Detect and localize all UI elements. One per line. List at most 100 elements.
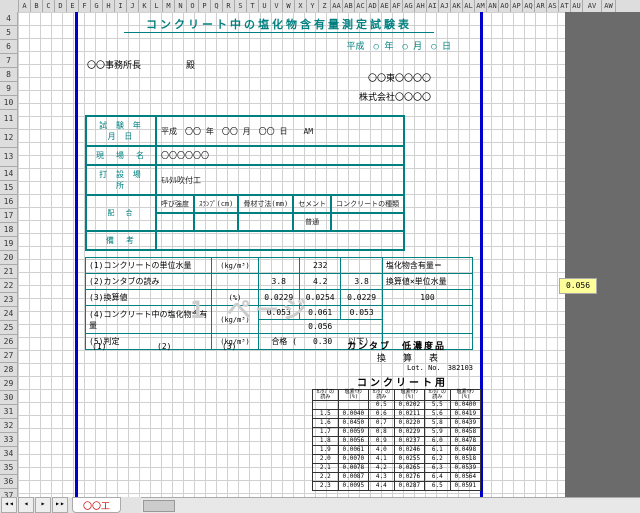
col-Q[interactable]: Q bbox=[211, 0, 223, 12]
row-15[interactable]: 15 bbox=[0, 181, 18, 195]
col-AN[interactable]: AN bbox=[487, 0, 499, 12]
row-33[interactable]: 33 bbox=[0, 433, 18, 447]
col-AD[interactable]: AD bbox=[367, 0, 379, 12]
col-Y[interactable]: Y bbox=[307, 0, 319, 12]
col-AV[interactable]: AV bbox=[583, 0, 602, 12]
row-19[interactable]: 19 bbox=[0, 237, 18, 251]
row-14[interactable]: 14 bbox=[0, 167, 18, 181]
row-16[interactable]: 16 bbox=[0, 195, 18, 209]
col-AT[interactable]: AT bbox=[559, 0, 571, 12]
row-30[interactable]: 30 bbox=[0, 391, 18, 405]
col-AE[interactable]: AE bbox=[379, 0, 391, 12]
row-20[interactable]: 20 bbox=[0, 251, 18, 265]
row-28[interactable]: 28 bbox=[0, 363, 18, 377]
sheet-tab-active[interactable]: 〇〇工 bbox=[72, 497, 121, 513]
col-U[interactable]: U bbox=[259, 0, 271, 12]
col-T[interactable]: T bbox=[247, 0, 259, 12]
col-K[interactable]: K bbox=[139, 0, 151, 12]
test-date-value: 平成 〇〇 年 〇〇 月 〇〇 日 AM bbox=[156, 116, 404, 146]
col-D[interactable]: D bbox=[55, 0, 67, 12]
col-L[interactable]: L bbox=[151, 0, 163, 12]
tab-nav-buttons[interactable]: ◂◂◂▸▸▸ bbox=[0, 497, 68, 513]
col-AW[interactable]: AW bbox=[602, 0, 616, 12]
col-O[interactable]: O bbox=[187, 0, 199, 12]
col-J[interactable]: J bbox=[127, 0, 139, 12]
col-AC[interactable]: AC bbox=[355, 0, 367, 12]
col-S[interactable]: S bbox=[235, 0, 247, 12]
row-18[interactable]: 18 bbox=[0, 223, 18, 237]
scrollbar-thumb[interactable] bbox=[143, 500, 175, 512]
col-AS[interactable]: AS bbox=[547, 0, 559, 12]
col-B[interactable]: B bbox=[31, 0, 43, 12]
row-7[interactable]: 7 bbox=[0, 54, 18, 68]
col-AJ[interactable]: AJ bbox=[439, 0, 451, 12]
conv-lot: Lot. No. 382103 bbox=[407, 363, 473, 373]
row-26[interactable]: 26 bbox=[0, 335, 18, 349]
conv-title-3: コンクリート用 bbox=[357, 374, 448, 389]
col-AO[interactable]: AO bbox=[499, 0, 511, 12]
next-sheet-icon[interactable]: ▸ bbox=[35, 497, 51, 513]
col-AK[interactable]: AK bbox=[451, 0, 463, 12]
row-8[interactable]: 8 bbox=[0, 68, 18, 82]
row-22[interactable]: 22 bbox=[0, 279, 18, 293]
row-5[interactable]: 5 bbox=[0, 26, 18, 40]
prev-sheet-icon[interactable]: ◂ bbox=[18, 497, 34, 513]
last-sheet-icon[interactable]: ▸▸ bbox=[52, 497, 68, 513]
row-4[interactable]: 4 bbox=[0, 12, 18, 26]
col-A[interactable]: A bbox=[19, 0, 31, 12]
sheet-tab-bar[interactable]: ◂◂◂▸▸▸ 〇〇工 bbox=[0, 497, 640, 513]
col-Z[interactable]: Z bbox=[319, 0, 331, 12]
col-R[interactable]: R bbox=[223, 0, 235, 12]
col-AM[interactable]: AM bbox=[475, 0, 487, 12]
col-W[interactable]: W bbox=[283, 0, 295, 12]
horizontal-scrollbar[interactable] bbox=[141, 497, 640, 513]
col-AA[interactable]: AA bbox=[331, 0, 343, 12]
col-AU[interactable]: AU bbox=[571, 0, 583, 12]
row-headers[interactable]: 4 5 6 7 8 9 10 11 12 13 14 15 16 17 18 1… bbox=[0, 12, 18, 513]
row-10[interactable]: 10 bbox=[0, 96, 18, 110]
row-34[interactable]: 34 bbox=[0, 447, 18, 461]
col-AL[interactable]: AL bbox=[463, 0, 475, 12]
col-P[interactable]: P bbox=[199, 0, 211, 12]
row-6[interactable]: 6 bbox=[0, 40, 18, 54]
info-table: 試 験 年 月 日 平成 〇〇 年 〇〇 月 〇〇 日 AM 現 場 名 〇〇〇… bbox=[85, 115, 405, 251]
row-35[interactable]: 35 bbox=[0, 461, 18, 475]
row-27[interactable]: 27 bbox=[0, 349, 18, 363]
col-M[interactable]: M bbox=[163, 0, 175, 12]
col-AR[interactable]: AR bbox=[535, 0, 547, 12]
col-AP[interactable]: AP bbox=[511, 0, 523, 12]
first-sheet-icon[interactable]: ◂◂ bbox=[1, 497, 17, 513]
row-17[interactable]: 17 bbox=[0, 209, 18, 223]
row-21[interactable]: 21 bbox=[0, 265, 18, 279]
row-29[interactable]: 29 bbox=[0, 377, 18, 391]
col-V[interactable]: V bbox=[271, 0, 283, 12]
row-11[interactable]: 11 bbox=[0, 110, 18, 129]
row-23[interactable]: 23 bbox=[0, 293, 18, 307]
out-of-range bbox=[565, 12, 640, 497]
col-E[interactable]: E bbox=[67, 0, 79, 12]
col-AG[interactable]: AG bbox=[403, 0, 415, 12]
col-I[interactable]: I bbox=[115, 0, 127, 12]
col-AF[interactable]: AF bbox=[391, 0, 403, 12]
col-AQ[interactable]: AQ bbox=[523, 0, 535, 12]
col-F[interactable]: F bbox=[79, 0, 91, 12]
col-AI[interactable]: AI bbox=[427, 0, 439, 12]
row-13[interactable]: 13 bbox=[0, 148, 18, 167]
col-G[interactable]: G bbox=[91, 0, 103, 12]
col-C[interactable]: C bbox=[43, 0, 55, 12]
row-12[interactable]: 12 bbox=[0, 129, 18, 148]
row-25[interactable]: 25 bbox=[0, 321, 18, 335]
mix-v4 bbox=[331, 213, 404, 231]
row-36[interactable]: 36 bbox=[0, 475, 18, 489]
site-label: 現 場 名 bbox=[86, 146, 156, 165]
col-H[interactable]: H bbox=[103, 0, 115, 12]
row-9[interactable]: 9 bbox=[0, 82, 18, 96]
row-24[interactable]: 24 bbox=[0, 307, 18, 321]
col-X[interactable]: X bbox=[295, 0, 307, 12]
col-N[interactable]: N bbox=[175, 0, 187, 12]
col-AB[interactable]: AB bbox=[343, 0, 355, 12]
row-31[interactable]: 31 bbox=[0, 405, 18, 419]
floating-value-tooltip: 0.056 bbox=[559, 278, 597, 294]
col-AH[interactable]: AH bbox=[415, 0, 427, 12]
row-32[interactable]: 32 bbox=[0, 419, 18, 433]
